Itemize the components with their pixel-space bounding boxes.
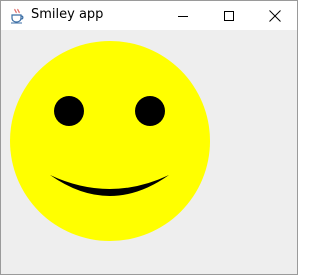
left-eye <box>54 96 84 126</box>
maximize-button[interactable] <box>206 1 252 30</box>
minimize-icon <box>178 11 188 21</box>
right-eye <box>135 96 165 126</box>
drawing-panel <box>1 30 297 274</box>
app-window: Smiley app <box>0 0 298 275</box>
maximize-icon <box>224 10 234 21</box>
smiley-canvas <box>10 41 210 241</box>
title-bar[interactable]: Smiley app <box>1 1 297 30</box>
close-icon <box>269 9 281 22</box>
close-button[interactable] <box>252 1 298 30</box>
java-coffee-cup-icon <box>9 8 25 24</box>
window-title: Smiley app <box>31 7 104 22</box>
minimize-button[interactable] <box>160 1 206 30</box>
smiley-face <box>10 41 210 241</box>
